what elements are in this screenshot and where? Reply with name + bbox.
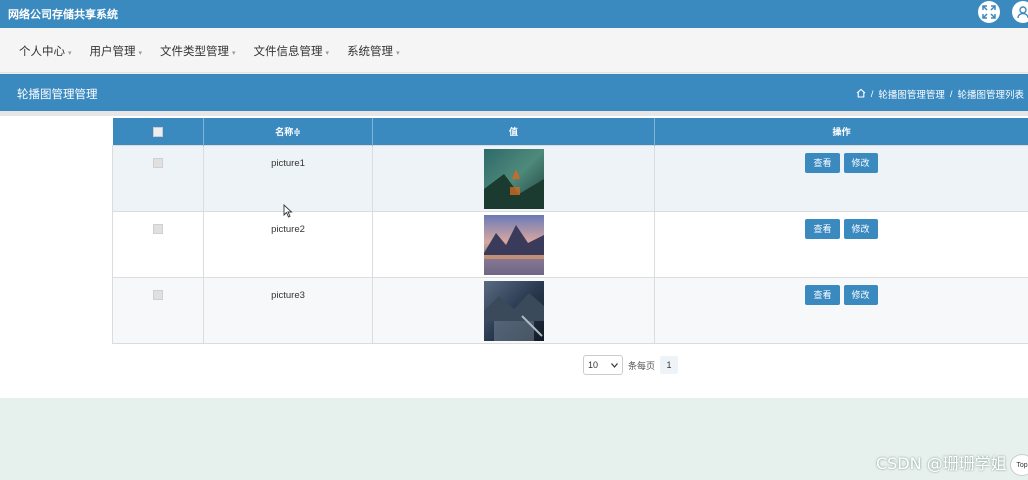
user-icon[interactable] — [1012, 1, 1028, 23]
value-cell — [372, 276, 655, 344]
edit-button[interactable]: 修改 — [843, 152, 878, 173]
top-bar: 网络公司存储共享系统 — [0, 0, 1028, 28]
nav-item-label: 文件信息管理 — [253, 45, 323, 58]
chevron-down-icon — [611, 360, 618, 370]
view-button[interactable]: 查看 — [805, 284, 840, 305]
table-header-row: 名称≑ 值 操作 — [112, 118, 1028, 145]
chevron-down-icon: ▾ — [68, 49, 72, 57]
column-header-name[interactable]: 名称≑ — [203, 118, 373, 145]
checkbox-cell — [112, 276, 204, 344]
nav-item-label: 文件类型管理 — [160, 45, 230, 58]
nav-item-label: 个人中心 — [19, 45, 65, 58]
table-row: picture1 查看 修改 — [112, 144, 1028, 212]
edit-button[interactable]: 修改 — [843, 218, 878, 239]
nav-item-label: 系统管理 — [347, 45, 394, 58]
breadcrumb: / 轮播图管理管理 / 轮播图管理列表 — [856, 87, 1024, 101]
view-button[interactable]: 查看 — [805, 218, 840, 239]
row-checkbox[interactable] — [153, 289, 163, 300]
actions-cell: 查看 修改 — [654, 144, 1028, 212]
row-checkbox[interactable] — [153, 223, 163, 234]
nav-item-system-management[interactable]: 系统管理 ▾ — [338, 43, 409, 59]
breadcrumb-separator: / — [870, 88, 874, 100]
breadcrumb-item: 轮播图管理列表 — [957, 90, 1024, 101]
nav-item-user-management[interactable]: 用户管理 ▾ — [81, 43, 152, 59]
actions-cell: 查看 修改 — [654, 276, 1028, 344]
table-row: picture3 查看 修改 — [112, 276, 1028, 344]
checkbox-cell — [112, 144, 204, 212]
main-nav: 个人中心 ▾ 用户管理 ▾ 文件类型管理 ▾ 文件信息管理 ▾ 系统管理 ▾ — [0, 28, 1028, 73]
chevron-down-icon: ▾ — [325, 49, 330, 57]
nav-item-label: 用户管理 — [89, 45, 136, 58]
pagination: 10 条每页 1 — [583, 355, 679, 375]
row-name: picture2 — [271, 223, 305, 235]
checkbox-cell — [112, 210, 204, 278]
name-cell: picture1 — [203, 144, 373, 212]
breadcrumb-separator: / — [949, 88, 953, 100]
page-title: 轮播图管理管理 — [17, 89, 98, 101]
carousel-image-thumbnail — [483, 214, 544, 275]
view-button[interactable]: 查看 — [805, 152, 840, 173]
select-all-header — [112, 118, 204, 145]
column-header-value: 值 — [372, 118, 655, 145]
chevron-down-icon: ▾ — [396, 49, 400, 57]
home-icon[interactable] — [856, 88, 866, 101]
carousel-image-thumbnail — [483, 280, 544, 341]
value-cell — [372, 144, 655, 212]
actions-cell: 查看 修改 — [654, 210, 1028, 278]
carousel-image-thumbnail — [483, 148, 544, 209]
row-name: picture3 — [271, 289, 305, 301]
app-title: 网络公司存储共享系统 — [8, 9, 118, 21]
name-cell: picture3 — [203, 276, 373, 344]
mouse-cursor-icon — [283, 204, 293, 218]
column-header-actions: 操作 — [654, 118, 1028, 145]
nav-item-file-type-management[interactable]: 文件类型管理 ▾ — [151, 43, 245, 59]
select-all-checkbox[interactable] — [152, 126, 163, 137]
name-cell: picture2 — [203, 210, 373, 278]
row-checkbox[interactable] — [153, 157, 163, 168]
nav-menu: 个人中心 ▾ 用户管理 ▾ 文件类型管理 ▾ 文件信息管理 ▾ 系统管理 ▾ — [10, 28, 409, 73]
carousel-table: 名称≑ 值 操作 picture1 查看 修改 picture2 查看 修改 p… — [112, 118, 1028, 344]
table-row: picture2 查看 修改 — [112, 210, 1028, 278]
breadcrumb-item[interactable]: 轮播图管理管理 — [878, 87, 945, 101]
page-size-value: 10 — [588, 360, 599, 370]
section-header: 轮播图管理管理 / 轮播图管理管理 / 轮播图管理列表 — [0, 74, 1028, 111]
fullscreen-icon[interactable] — [978, 1, 1000, 23]
chevron-down-icon: ▾ — [232, 49, 236, 57]
row-name: picture1 — [271, 157, 305, 169]
nav-item-file-info-management[interactable]: 文件信息管理 ▾ — [245, 43, 339, 59]
edit-button[interactable]: 修改 — [843, 284, 878, 305]
chevron-down-icon: ▾ — [138, 49, 143, 57]
watermark: CSDN @珊珊学姐 — [876, 454, 1007, 473]
nav-item-personal-center[interactable]: 个人中心 ▾ — [10, 43, 81, 59]
page-number-button[interactable]: 1 — [660, 356, 679, 374]
page-size-select[interactable]: 10 — [583, 355, 623, 375]
value-cell — [372, 210, 655, 278]
back-to-top-button[interactable]: Top — [1010, 454, 1028, 476]
per-page-label: 条每页 — [628, 360, 656, 371]
